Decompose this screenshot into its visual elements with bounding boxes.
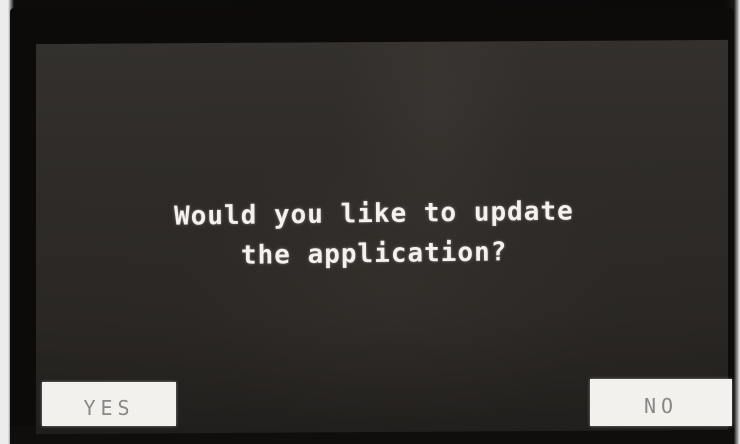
update-prompt-message: Would you like to update the application… [64, 190, 685, 278]
no-button[interactable]: NO [590, 379, 732, 426]
display-screen: Would you like to update the application… [36, 39, 728, 435]
yes-button[interactable]: YES [42, 382, 176, 426]
message-line-2: the application? [240, 237, 508, 271]
